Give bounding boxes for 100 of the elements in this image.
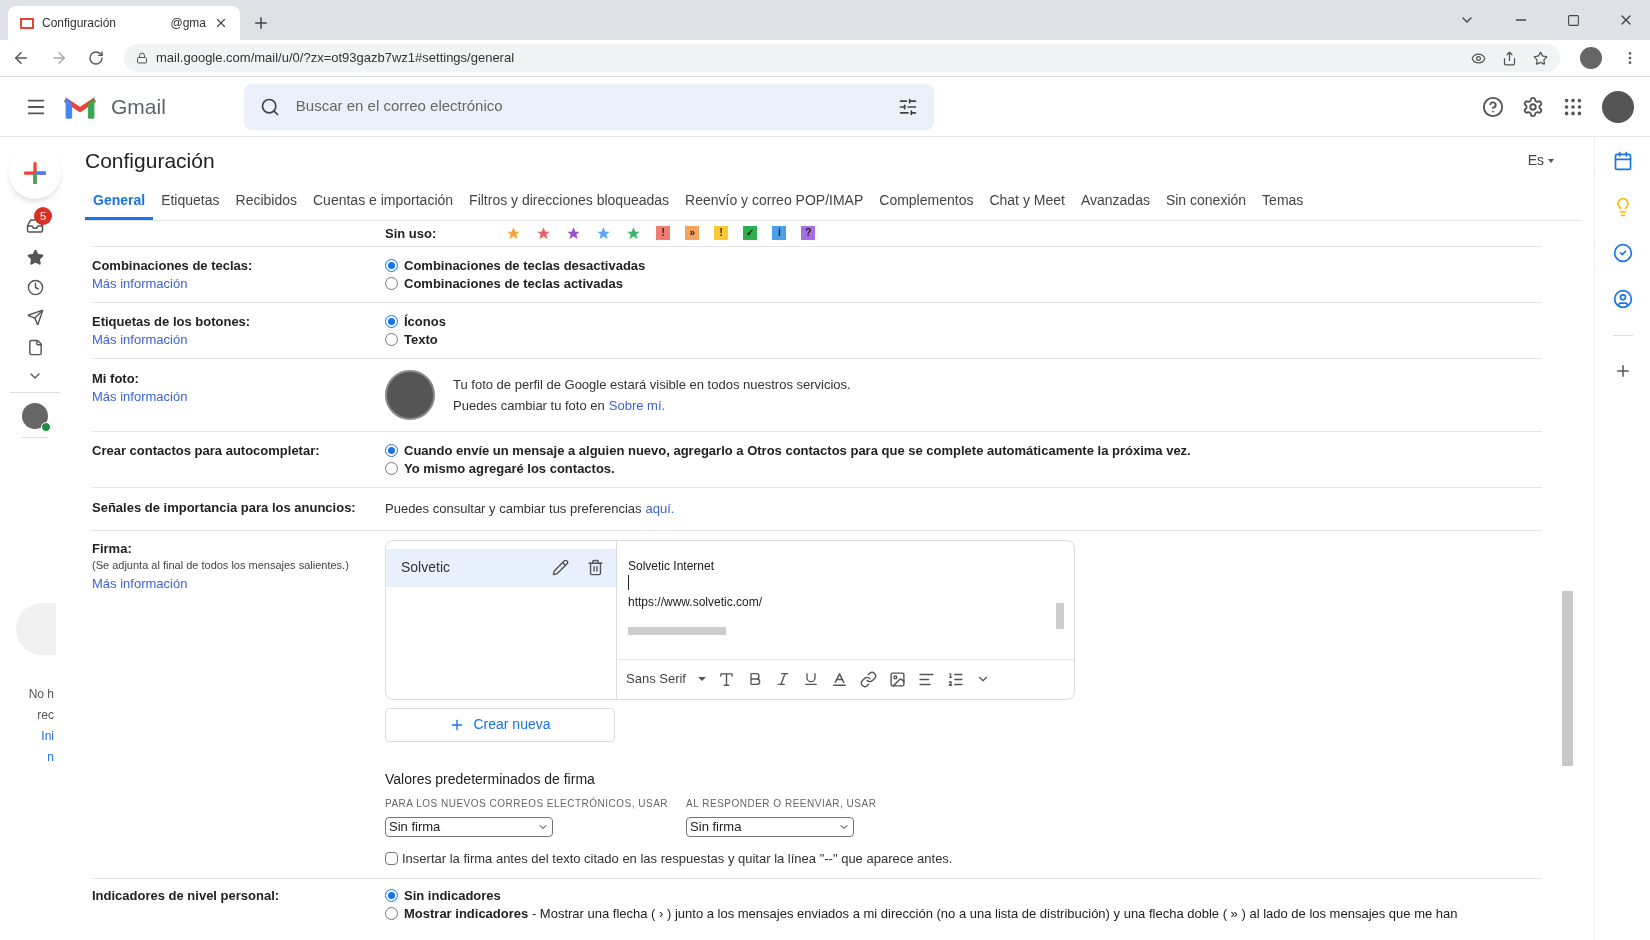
signature-editor[interactable]: Solvetic Internet https://www.solvetic.com/ [617,540,1074,659]
unread-count-badge: 5 [34,207,52,225]
contact-avatar[interactable] [22,403,48,429]
gmail-wordmark: Gmail [111,93,166,120]
page-title: Configuración [85,147,215,174]
send-icon[interactable] [26,309,44,326]
image-icon[interactable] [889,670,906,688]
star-icon[interactable] [596,226,612,241]
settings-tab[interactable]: Sin conexión [1157,184,1255,220]
marker-tag[interactable]: ! [656,226,671,240]
language-selector[interactable]: Es [1527,150,1554,171]
help-icon[interactable] [1482,95,1504,118]
clock-icon[interactable] [26,279,44,296]
marker-tag[interactable]: ! [714,226,729,240]
font-size-icon[interactable] [718,670,735,688]
settings-tab[interactable]: Avanzadas [1072,184,1158,220]
settings-tab[interactable]: Chat y Meet [981,184,1073,220]
setting-description: Puedes consultar y cambiar tus preferencias [385,500,642,518]
punctuation-text: . [670,500,675,518]
settings-tab[interactable]: Recibidos [227,184,305,220]
bookmark-star-icon[interactable] [1533,50,1548,66]
notice-link[interactable]: Ini [41,727,54,745]
more-info-link[interactable]: Más información [92,331,385,348]
setting-label: Combinaciones de teclas: [92,257,254,274]
compose-button[interactable] [9,147,61,199]
back-icon[interactable] [12,49,30,67]
settings-tab[interactable]: Temas [1254,184,1312,220]
notice-text: No h [28,686,54,703]
settings-tab[interactable]: Etiquetas [153,184,228,220]
lock-icon [136,52,148,64]
profile-photo[interactable] [385,370,435,420]
radio-label: Mostrar indicadores - Mostrar una flecha ( › ) junto a los mensajes enviados a mi dirección (no a una lista de distribución) y una flecha doble ( » ) al lado de los mensajes que me han [404,905,1458,922]
setting-label: Crear contactos para autocompletar: [92,442,321,459]
new-tab-icon[interactable] [252,14,270,32]
eye-icon[interactable] [1471,50,1486,66]
italic-icon[interactable] [775,671,791,687]
settings-tab[interactable]: Cuentas e importación [305,184,462,220]
star-icon[interactable] [506,226,522,241]
delete-icon[interactable] [587,559,604,576]
maximize-icon[interactable] [1567,13,1580,27]
file-icon[interactable] [26,339,44,356]
radio-label: Yo mismo agregaré los contactos. [404,460,615,477]
signature-item[interactable]: Solvetic [386,548,616,587]
close-icon[interactable] [214,16,228,30]
more-info-link[interactable]: Más información [92,275,385,292]
marker-tag[interactable]: i [772,226,787,240]
more-info-link[interactable]: Más información [92,574,385,592]
star-icon[interactable] [566,226,582,241]
text-cursor [628,574,629,590]
check-circle-icon[interactable] [1612,243,1633,263]
calendar-icon[interactable] [1612,151,1633,171]
settings-tab[interactable]: Reenvío y correo POP/IMAP [677,184,872,220]
tab-title: @gma [170,15,206,32]
more-info-link[interactable]: Más información [92,388,385,405]
signature-dropdown[interactable]: Sin firma [686,816,855,837]
setting-label: Etiquetas de los botones: [92,313,252,330]
settings-tab[interactable]: Complementos [871,184,982,220]
settings-tab[interactable]: General [85,184,154,220]
signature-text-line: https://www.solvetic.com/ [628,593,764,608]
checkbox-label: Insertar la firma antes del texto citado en las respuestas y quitar la línea "--" que aparece antes. [402,849,953,868]
person-icon[interactable] [1612,289,1633,309]
notice-link[interactable]: n [47,748,54,766]
setting-label: Firma: [92,539,133,557]
browser-tab[interactable]: Configuración @gma [8,6,240,40]
link-icon[interactable] [860,670,877,688]
star-icon[interactable] [26,249,44,266]
text-color-icon[interactable] [831,670,848,688]
marker-tag[interactable]: ✓ [743,226,758,240]
filter-icon[interactable] [897,96,918,117]
star-icon[interactable] [536,226,552,241]
edit-icon[interactable] [552,559,569,576]
notice-text: rec [37,707,54,724]
profile-avatar[interactable] [1580,47,1602,69]
checkbox[interactable] [385,851,398,865]
setting-label: Indicadores de nivel personal: [92,887,281,904]
marker-tag[interactable]: ? [801,226,816,240]
setting-label: Señales de importancia para los anuncios: [92,499,357,516]
vertical-scrollbar [1056,602,1064,629]
settings-icon[interactable] [1522,95,1544,118]
radio-label: Combinaciones de teclas activadas [404,275,623,292]
reload-icon[interactable] [88,50,104,66]
star-icon[interactable] [626,226,642,241]
about-me-link[interactable]: Sobre mí [608,396,662,416]
create-signature-button[interactable]: Crear nueva [385,707,615,742]
underline-icon[interactable] [803,671,819,687]
here-link[interactable]: aquí [645,499,671,519]
settings-tab[interactable]: Filtros y direcciones bloqueadas [461,184,678,220]
radio-label: Cuando envíe un mensaje a alguien nuevo, agregarlo a Otros contactos para que se complete automáticamente la próxima vez. [404,442,1191,459]
account-avatar[interactable] [1602,90,1634,123]
bold-icon[interactable] [747,671,763,687]
setting-note: (Se adjunta al final de todos los mensajes salientes.) [92,557,350,573]
font-selector[interactable]: Sans Serif [626,669,706,689]
marker-tag[interactable]: » [685,226,700,240]
share-icon[interactable] [1502,50,1517,66]
signature-dropdown[interactable]: Sin firma [385,816,553,837]
address-bar[interactable]: mail.google.com/mail/u/0/?zx=ot93gazb7wz1#settings/general [124,44,1560,72]
search-icon[interactable] [259,96,280,117]
search-field[interactable]: Buscar en el correo electrónico [243,83,934,130]
page-scrollbar-thumb[interactable] [1562,591,1573,766]
numbered-list-icon[interactable] [947,670,964,688]
